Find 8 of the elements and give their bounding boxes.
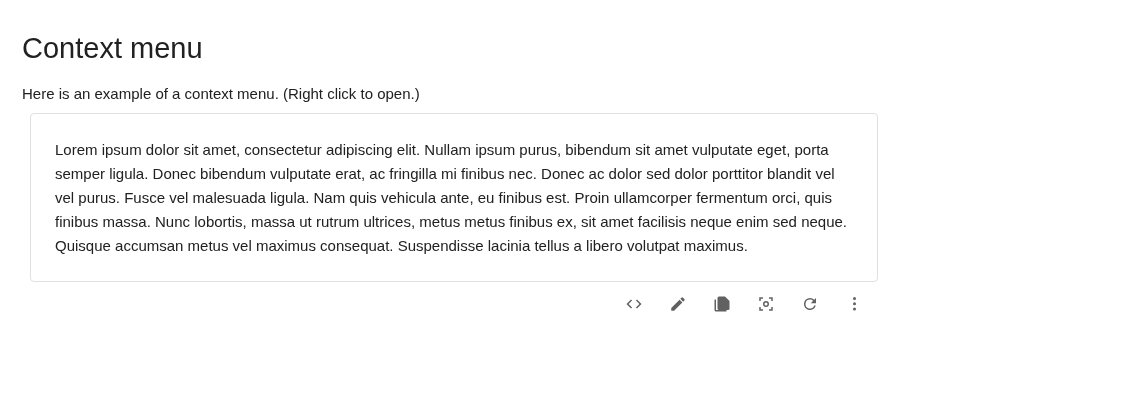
refresh-icon <box>801 295 819 313</box>
pencil-icon <box>669 295 687 313</box>
screenshot-icon <box>757 295 775 313</box>
copy-icon <box>713 295 731 313</box>
intro-text: Here is an example of a context menu. (Right click to open.) <box>22 84 421 104</box>
more-icon <box>852 297 856 311</box>
page-heading: Context menu <box>22 31 204 66</box>
lorem-paragraph: Lorem ipsum dolor sit amet, consectetur adipiscing elit. Nullam ipsum purus, bibendum sit amet vulputate eget, porta semper ligula. Donec bibendum vulputate erat, ac fringilla mi finibus nec. Donec ac dolor sed dolor porttitor blandit vel vel purus. Fusce vel malesuada ligula. Nam quis vehicula ante, eu finibus est. Proin ullamcorper fermentum orci, quis finibus massa. Nunc lobortis, massa ut rutrum ultrices, metus metus finibus ex, sit amet facilisis neque enim sed neque. Quisque accumsan metus vel maximus consequat. Suspendisse lacinia tellus a libero volutpat maximus. <box>55 140 848 256</box>
